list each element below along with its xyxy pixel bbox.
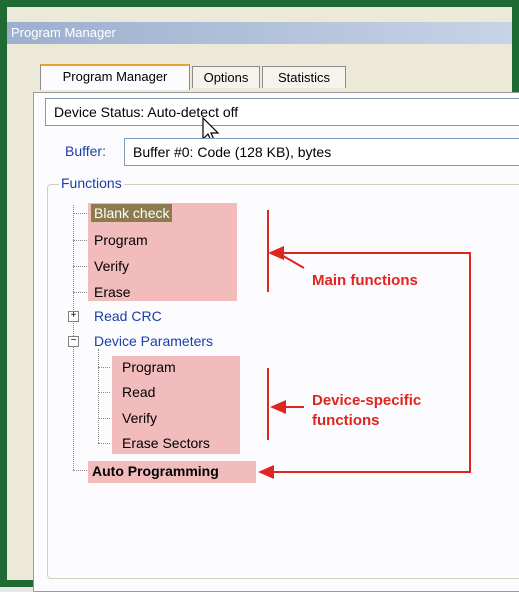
arrow-head-icon [268,246,284,260]
annotation-arrows [258,210,471,479]
annotation-device-specific-line1: Device-specific [312,392,422,409]
arrow-head-icon [258,465,274,479]
annotation-main-functions: Main functions [312,272,418,289]
arrow-head-icon [270,400,286,414]
annotation-device-specific-line2: functions [312,412,380,429]
